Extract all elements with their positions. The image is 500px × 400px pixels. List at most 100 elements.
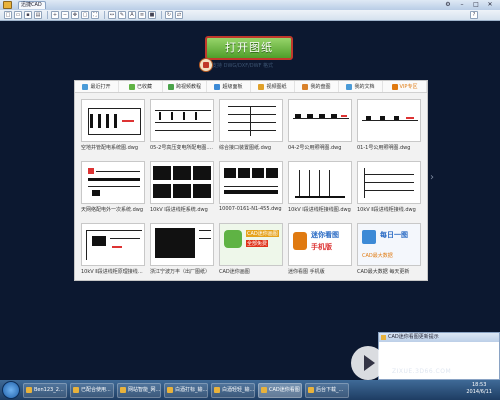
video-icon xyxy=(167,83,174,90)
rotate-icon[interactable]: ↻ xyxy=(165,11,173,19)
watermark-url: ZIXUE.3D66.COM xyxy=(392,368,452,375)
grid-icon xyxy=(214,83,221,90)
promo-card[interactable]: 迷你看图 手机版 迷你看图 手机版 xyxy=(288,223,352,279)
drawing-thumbnail xyxy=(81,223,145,266)
promo-thumbnail: 每日一图 CAD最大数据 xyxy=(357,223,421,266)
taskbar-item-active[interactable]: CAD迷你看图 xyxy=(258,382,302,398)
tab-panel[interactable]: 超级面板 xyxy=(207,81,251,92)
taskbar-item[interactable]: 网站智能_网... xyxy=(117,382,161,398)
drawing-thumbnail xyxy=(288,161,352,204)
file-name: 05-2号高压变电所配电图.dwg xyxy=(150,145,214,151)
file-name: 10kV Ⅱ段进线柜接线.dwg xyxy=(357,207,416,213)
open-drawing-button[interactable]: 打开图纸 xyxy=(205,36,293,60)
drawing-thumbnail xyxy=(357,99,421,142)
tab-video-drawings[interactable]: 视频图纸 xyxy=(251,81,295,92)
taskbar: Ben123_2... 已配合使用... 网站智能_网... 白酒打标_输...… xyxy=(0,380,500,400)
crown-icon xyxy=(391,83,398,90)
document-icon xyxy=(346,83,353,90)
promo-thumbnail: 迷你看图 手机版 xyxy=(288,223,352,266)
file-card[interactable]: 01-1号公用照明图.dwg xyxy=(357,99,421,155)
text-icon[interactable]: A xyxy=(128,11,136,19)
workspace: 打开图纸 支持 DWG/DXF/DWF 格式 最近打开 已收藏 跨视频教程 超级… xyxy=(0,22,500,380)
measure-icon[interactable]: ↔ xyxy=(108,11,116,19)
play-logo-icon xyxy=(351,346,385,380)
tab-my-drawings[interactable]: 我的盘图 xyxy=(295,81,339,92)
document-tab[interactable]: 迅捷CAD xyxy=(18,1,46,9)
file-card[interactable]: 10kV Ⅱ段进线柜接线.dwg xyxy=(357,161,421,217)
pencil-icon[interactable]: ✎ xyxy=(118,11,126,19)
open-button-subtext: 支持 DWG/DXF/DWF 格式 xyxy=(212,63,274,69)
zoom-window-icon[interactable]: ▢ xyxy=(81,11,89,19)
toolbar-separator xyxy=(161,11,162,19)
drawing-thumbnail xyxy=(357,161,421,204)
settings-icon[interactable]: ⚙ xyxy=(442,1,454,9)
compare-icon[interactable]: ⇄ xyxy=(175,11,183,19)
drawing-thumbnail xyxy=(150,223,214,266)
zoom-out-icon[interactable]: − xyxy=(61,11,69,19)
file-card[interactable]: 05-2号高压变电所配电图.dwg xyxy=(150,99,214,155)
tab-my-documents[interactable]: 我的文档 xyxy=(339,81,383,92)
file-card[interactable]: 空地并管配电系统图.dwg xyxy=(81,99,145,155)
tab-favorites[interactable]: 已收藏 xyxy=(119,81,163,92)
minimize-button[interactable]: – xyxy=(456,1,468,9)
taskbar-item[interactable]: 已配合使用... xyxy=(70,382,114,398)
maximize-button[interactable]: □ xyxy=(470,1,482,9)
promo-card[interactable]: CAD迷你画图 全部免费 CAD迷你画图 xyxy=(219,223,283,279)
file-name: 04-2号公用照明图.dwg xyxy=(288,145,342,151)
color-icon[interactable]: ■ xyxy=(148,11,156,19)
file-card[interactable]: 天网络配电外一次系统.dwg xyxy=(81,161,145,217)
drawing-thumbnail xyxy=(150,99,214,142)
app-icon xyxy=(3,1,12,9)
next-page-arrow-icon[interactable]: › xyxy=(430,172,434,183)
promo-thumbnail: CAD迷你画图 全部免费 xyxy=(219,223,283,266)
title-bar: 迅捷CAD ⚙ – □ ✕ xyxy=(0,0,500,10)
file-name: 空地并管配电系统图.dwg xyxy=(81,145,139,151)
zoom-in-icon[interactable]: + xyxy=(51,11,59,19)
file-grid: 空地并管配电系统图.dwg 05-2号高压变电所配电图.dwg 综合接口装置图纸… xyxy=(81,99,423,279)
fullscreen-icon[interactable]: ⛶ xyxy=(91,11,99,19)
close-button[interactable]: ✕ xyxy=(484,1,496,9)
main-toolbar: □ ▭ ▪ ▤ + − ✥ ▢ ⛶ ↔ ✎ A ≡ ■ ↻ ⇄ ? xyxy=(0,10,500,21)
film-icon xyxy=(258,83,265,90)
taskbar-item[interactable]: 后台下载_... xyxy=(305,382,349,398)
file-name: 10kV Ⅰ段进线柜系统.dwg xyxy=(150,207,208,213)
taskbar-item[interactable]: Ben123_2... xyxy=(23,382,67,398)
layer-icon[interactable]: ≡ xyxy=(138,11,146,19)
taskbar-item[interactable]: 白酒打标_输... xyxy=(164,382,208,398)
drawing-thumbnail xyxy=(219,99,283,142)
file-name: 10kV Ⅱ段进线柜原理接线图.dwg xyxy=(81,269,145,275)
file-card[interactable]: 综合接口装置图纸.dwg xyxy=(219,99,283,155)
file-name: 01-1号公用照明图.dwg xyxy=(357,145,411,151)
tab-recent[interactable]: 最近打开 xyxy=(75,81,119,92)
file-card[interactable]: 浙江宁波万丰（出厂图纸） xyxy=(150,223,214,279)
print-icon[interactable]: ▤ xyxy=(34,11,42,19)
help-icon[interactable]: ? xyxy=(470,11,478,19)
pan-icon[interactable]: ✥ xyxy=(71,11,79,19)
tab-tutorials[interactable]: 跨视频教程 xyxy=(163,81,207,92)
file-card[interactable]: 10kV Ⅱ段进线柜原理接线图.dwg xyxy=(81,223,145,279)
file-card[interactable]: 04-2号公用照明图.dwg xyxy=(288,99,352,155)
file-card[interactable]: 10kV Ⅰ段进线柜系统.dwg xyxy=(150,161,214,217)
file-name: CAD迷你画图 xyxy=(219,269,250,275)
drawing-thumbnail xyxy=(81,161,145,204)
file-name: CAD最大数据 每天更新 xyxy=(357,269,410,275)
system-clock[interactable]: 18:53 2014/6/11 xyxy=(466,382,492,396)
drawing-thumbnail xyxy=(219,161,283,204)
file-name: 综合接口装置图纸.dwg xyxy=(219,145,272,151)
start-button[interactable] xyxy=(2,381,20,399)
file-browser-panel: 最近打开 已收藏 跨视频教程 超级面板 视频图纸 我的盘图 我的文档 VIP专区 xyxy=(74,80,428,281)
taskbar-item[interactable]: 白酒轻轻_输... xyxy=(211,382,255,398)
clock-icon xyxy=(82,83,89,90)
file-card[interactable]: 10007-0161-N1-455.dwg xyxy=(219,161,283,217)
file-card[interactable]: 10kV Ⅰ段进线柜接线图.dwg xyxy=(288,161,352,217)
file-name: 10kV Ⅰ段进线柜接线图.dwg xyxy=(288,207,351,213)
panel-tabs: 最近打开 已收藏 跨视频教程 超级面板 视频图纸 我的盘图 我的文档 VIP专区 xyxy=(75,81,427,93)
save-icon[interactable]: ▪ xyxy=(24,11,32,19)
clock-date: 2014/6/11 xyxy=(466,389,492,395)
open-file-icon[interactable]: ▭ xyxy=(14,11,22,19)
new-file-icon[interactable]: □ xyxy=(4,11,12,19)
cursor-marker-icon xyxy=(199,58,213,72)
promo-card[interactable]: 每日一图 CAD最大数据 CAD最大数据 每天更新 xyxy=(357,223,421,279)
tab-vip[interactable]: VIP专区 xyxy=(383,81,427,92)
file-name: 迷你看图 手机版 xyxy=(288,269,325,275)
